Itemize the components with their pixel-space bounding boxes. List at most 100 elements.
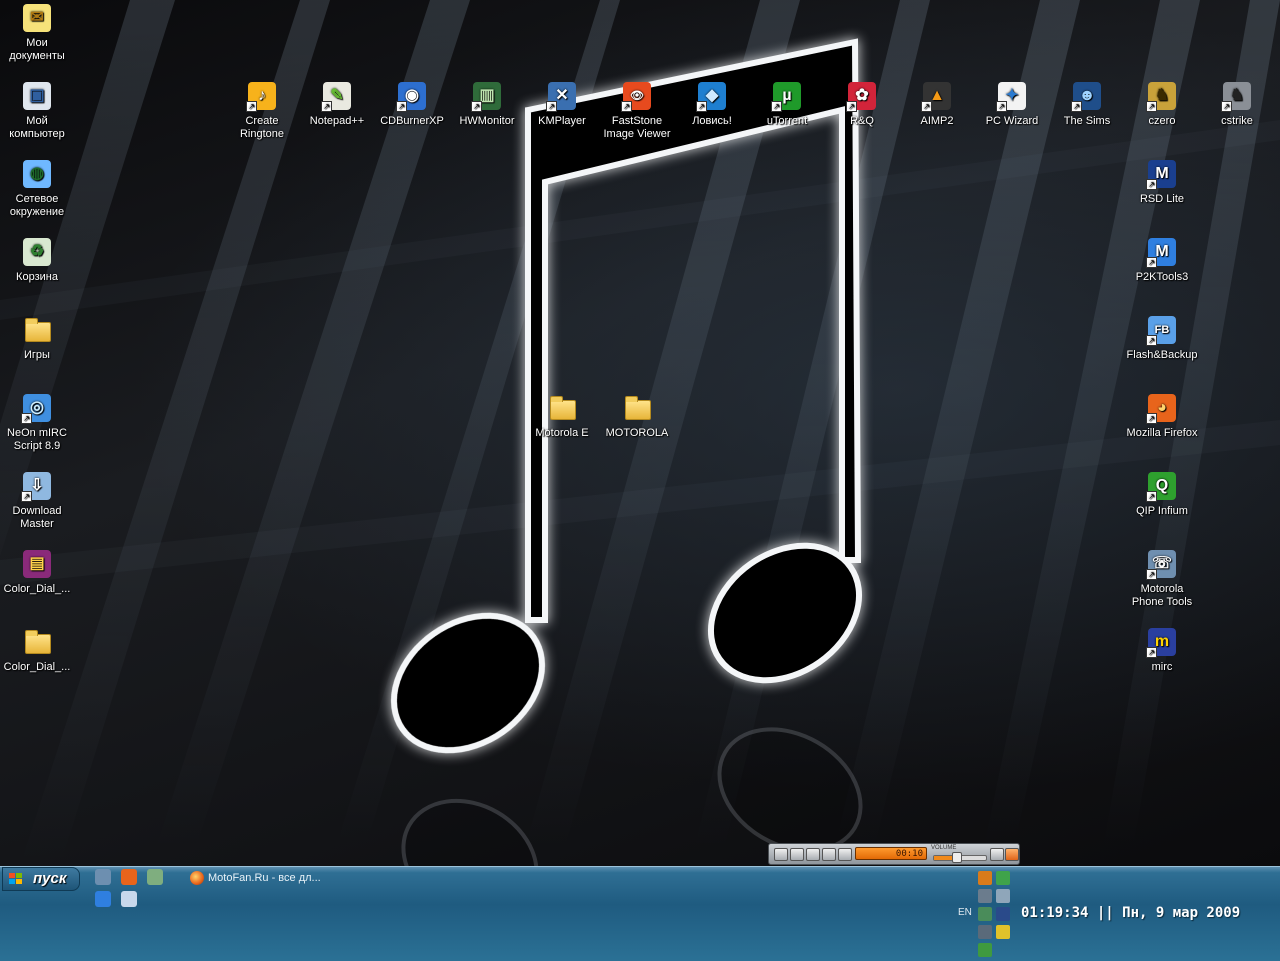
czero-icon[interactable]: ♞ ↗ czero	[1125, 80, 1199, 128]
the-sims-icon[interactable]: ☻ ↗ The Sims	[1050, 80, 1124, 128]
desktop-icon-label: uTorrent	[766, 115, 808, 127]
my-documents-icon[interactable]: ✉ Мои документы	[0, 2, 74, 63]
phone-tray-icon[interactable]	[978, 907, 992, 921]
rsd-lite-icon[interactable]: M ↗ RSD Lite	[1125, 158, 1199, 206]
minimize-player-button[interactable]	[990, 848, 1004, 861]
close-player-button[interactable]	[1005, 848, 1019, 861]
shortcut-arrow-icon: ↗	[1071, 101, 1082, 112]
my-documents-glyph-icon: ✉	[21, 2, 53, 34]
windows-flag-icon	[9, 873, 23, 885]
pc-wizard-icon[interactable]: ✦ ↗ PC Wizard	[975, 80, 1049, 128]
volume-slider[interactable]: VOLUME	[931, 845, 987, 863]
flash-backup-icon[interactable]: FB ↗ Flash&Backup	[1125, 314, 1199, 362]
desktop-icon-label: cstrike	[1221, 115, 1253, 127]
network-quicklaunch-icon[interactable]	[147, 869, 163, 885]
lovis-icon[interactable]: ◆ ↗ Ловись!	[675, 80, 749, 128]
language-indicator[interactable]: EN	[958, 907, 972, 918]
desktop-icon-label: Mozilla Firefox	[1126, 427, 1198, 439]
kmplayer-icon[interactable]: ✕ ↗ KMPlayer	[525, 80, 599, 128]
hwmonitor-glyph-icon: ▥ ↗	[471, 80, 503, 112]
shortcut-arrow-icon: ↗	[846, 101, 857, 112]
player-time-display: 00:10	[855, 847, 927, 860]
neon-mirc-glyph-icon: ◎ ↗	[21, 392, 53, 424]
p2ktools3-icon[interactable]: M ↗ P2KTools3	[1125, 236, 1199, 284]
volume-tray-icon[interactable]	[978, 925, 992, 939]
next-button[interactable]	[838, 848, 852, 861]
taskbar-window-firefox[interactable]: MotoFan.Ru - все дл...	[186, 869, 336, 887]
my-computer-icon[interactable]: ▣ Мой компьютер	[0, 80, 74, 141]
motorola-tray-icon[interactable]	[996, 907, 1010, 921]
qip-tray-icon[interactable]	[996, 871, 1010, 885]
cdburnerxp-icon[interactable]: ◉ ↗ CDBurnerXP	[375, 80, 449, 128]
start-button[interactable]: пуск	[2, 867, 80, 891]
pc-wizard-glyph-icon: ✦ ↗	[996, 80, 1028, 112]
kmplayer-glyph-icon: ✕ ↗	[546, 80, 578, 112]
internet-explorer-icon[interactable]	[95, 891, 111, 907]
faststone-viewer-icon[interactable]: 👁 ↗ FastStone Image Viewer	[600, 80, 674, 141]
lovis-glyph-icon: ◆ ↗	[696, 80, 728, 112]
utorrent-icon[interactable]: µ ↗ uTorrent	[750, 80, 824, 128]
color-dial-folder-icon[interactable]: Color_Dial_...	[0, 626, 74, 674]
cstrike-icon[interactable]: ♞ ↗ cstrike	[1200, 80, 1274, 128]
shortcut-arrow-icon: ↗	[1146, 569, 1157, 580]
motorola-phone-tools-glyph-icon: ☏ ↗	[1146, 548, 1178, 580]
outlook-express-icon[interactable]	[121, 891, 137, 907]
network-tray-icon[interactable]	[978, 889, 992, 903]
czero-glyph-icon: ♞ ↗	[1146, 80, 1178, 112]
notepad-plus-plus-icon[interactable]: ✎ ↗ Notepad++	[300, 80, 374, 128]
shortcut-arrow-icon: ↗	[546, 101, 557, 112]
desktop-icon-label: Flash&Backup	[1126, 349, 1198, 361]
desktop-icon-label: Сетевое окружение	[9, 193, 65, 218]
previous-button[interactable]	[822, 848, 836, 861]
recycle-bin-icon[interactable]: ♻ Корзина	[0, 236, 74, 284]
flash-backup-glyph-icon: FB ↗	[1146, 314, 1178, 346]
mozilla-firefox-icon[interactable]: ◕ ↗ Mozilla Firefox	[1125, 392, 1199, 440]
pause-button[interactable]	[790, 848, 804, 861]
motorola-e-folder-glyph-icon	[546, 392, 578, 424]
shortcut-arrow-icon: ↗	[621, 101, 632, 112]
desktop-icon-label: The Sims	[1063, 115, 1111, 127]
motorola-e-folder[interactable]: Motorola E	[525, 392, 599, 440]
shortcut-arrow-icon: ↗	[696, 101, 707, 112]
cdburnerxp-glyph-icon: ◉ ↗	[396, 80, 428, 112]
notepad-plus-plus-glyph-icon: ✎ ↗	[321, 80, 353, 112]
shortcut-arrow-icon: ↗	[21, 413, 32, 424]
desktop-icon-label: Download Master	[12, 505, 62, 530]
create-ringtone-icon[interactable]: ♪ ↗ Create Ringtone	[225, 80, 299, 141]
games-folder-icon[interactable]: Игры	[0, 314, 74, 362]
shortcut-arrow-icon: ↗	[771, 101, 782, 112]
desktop-icon-label: Color_Dial_...	[3, 661, 71, 673]
aimp-tray-icon[interactable]	[978, 871, 992, 885]
show-desktop-icon[interactable]	[95, 869, 111, 885]
stop-button[interactable]	[806, 848, 820, 861]
volume-knob[interactable]	[952, 852, 963, 863]
download-master-icon[interactable]: ⇩ ↗ Download Master	[0, 470, 74, 531]
wireless-tray-icon[interactable]	[996, 925, 1010, 939]
qip-infium-icon[interactable]: Q ↗ QIP Infium	[1125, 470, 1199, 518]
mirc-icon[interactable]: m ↗ mirc	[1125, 626, 1199, 674]
firefox-quicklaunch-icon[interactable]	[121, 869, 137, 885]
network-places-icon[interactable]: ◍ Сетевое окружение	[0, 158, 74, 219]
rq-icon[interactable]: ✿ ↗ R&Q	[825, 80, 899, 128]
color-dial-archive-icon[interactable]: ▤ Color_Dial_...	[0, 548, 74, 596]
play-button[interactable]	[774, 848, 788, 861]
neon-mirc-icon[interactable]: ◎ ↗ NeOn mIRC Script 8.9	[0, 392, 74, 453]
color-dial-archive-glyph-icon: ▤	[21, 548, 53, 580]
nvidia-tray-icon[interactable]	[978, 943, 992, 957]
desktop-icon-label: Create Ringtone	[239, 115, 285, 140]
aimp2-icon[interactable]: ▲ ↗ AIMP2	[900, 80, 974, 128]
media-player-mini[interactable]: 00:10 VOLUME	[768, 843, 1020, 865]
motorola-folder[interactable]: MOTOROLA	[600, 392, 674, 440]
display-tray-icon[interactable]	[996, 889, 1010, 903]
aimp2-glyph-icon: ▲ ↗	[921, 80, 953, 112]
desktop-icon-label: HWMonitor	[459, 115, 515, 127]
clock[interactable]: 01:19:34 || Пн, 9 мар 2009	[1021, 905, 1240, 921]
desktop-icon-label: FastStone Image Viewer	[603, 115, 671, 140]
taskbar-window-title: MotoFan.Ru - все дл...	[208, 872, 321, 884]
hwmonitor-icon[interactable]: ▥ ↗ HWMonitor	[450, 80, 524, 128]
shortcut-arrow-icon: ↗	[996, 101, 1007, 112]
recycle-bin-glyph-icon: ♻	[21, 236, 53, 268]
motorola-phone-tools-icon[interactable]: ☏ ↗ Motorola Phone Tools	[1125, 548, 1199, 609]
desktop[interactable]: ✉ Мои документы ▣ Мой компьютер ◍ Сетевое окр…	[0, 0, 1280, 866]
faststone-viewer-glyph-icon: 👁 ↗	[621, 80, 653, 112]
